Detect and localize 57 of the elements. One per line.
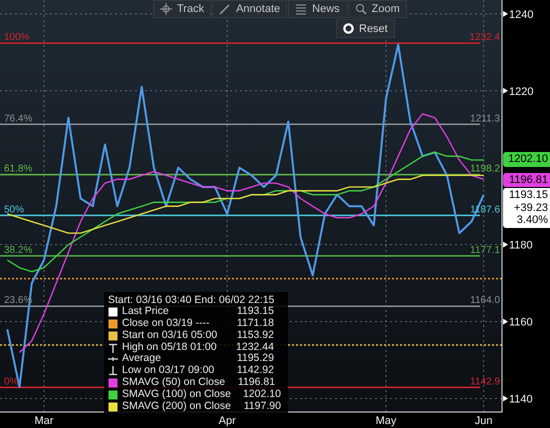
legend-value: 1232.44 (235, 342, 275, 354)
pen-icon (219, 3, 232, 15)
axis-label: 1180 (509, 240, 533, 252)
toolbar-button[interactable]: Zoom (348, 0, 407, 18)
toolbar-button[interactable]: Track (153, 0, 212, 18)
axis-label: 1240 (509, 8, 534, 21)
legend-value: 1153.92 (236, 330, 275, 342)
price-value: 1196.81 (508, 174, 548, 186)
level-value: 1177.1 (470, 244, 500, 256)
axis-label: 1220 (509, 86, 534, 98)
change-percent: 3.40% (516, 214, 548, 226)
level-percent: 61.8% (4, 164, 32, 175)
axis-label: 1140 (509, 394, 533, 406)
radio-icon (343, 23, 354, 34)
legend-label: Start on 03/16 05:00 (122, 330, 218, 342)
legend-label: SMAVG (50) on Close (122, 377, 226, 389)
legend-value: 1202.10 (242, 388, 282, 401)
legend-header: Start: 03/16 03:40 End: 06/02 22:15 (108, 294, 276, 306)
legend-value: 1142.92 (236, 365, 275, 378)
crosshair-icon (160, 3, 172, 15)
legend-value: 1196.81 (236, 377, 276, 389)
level-percent: 76.4% (4, 113, 32, 124)
level-value: 1164.0 (470, 295, 500, 306)
legend-label: SMAVG (200) on Close (122, 400, 231, 412)
level-percent: 0% (4, 376, 18, 388)
price-value: 1202.10 (507, 153, 548, 166)
toolbar-button[interactable]: News (288, 0, 347, 18)
high-marker-icon (108, 342, 118, 353)
level-percent: 100% (4, 32, 30, 44)
toolbar-button[interactable]: Annotate (212, 0, 288, 18)
legend-value: 1171.18 (236, 318, 275, 330)
legend-label: Close on 03/19 ---- (122, 318, 211, 330)
level-value: 1232.4 (469, 32, 500, 44)
legend-label: SMAVG (100) on Close (122, 388, 231, 401)
price-value: 1193.15 (508, 189, 548, 202)
reset-button[interactable]: Reset (336, 19, 395, 38)
axis-label: 1160 (509, 316, 533, 329)
level-percent: 38.2% (4, 244, 32, 256)
legend-value: 1193.15 (236, 306, 275, 318)
legend-label: Average (122, 353, 162, 365)
level-value: 1142.9 (470, 376, 500, 388)
level-percent: 50% (4, 204, 24, 216)
level-value: 1211.3 (470, 113, 500, 124)
axis-label: Mar (34, 415, 54, 427)
axis-label: Apr (218, 415, 236, 427)
legend-label: High on 05/18 01:00 (122, 342, 218, 354)
news-icon (295, 3, 308, 15)
axis-label: May (376, 415, 396, 427)
level-value: 1198.2 (470, 164, 500, 175)
legend-label: Last Price (122, 306, 170, 318)
legend-value: 1197.90 (242, 400, 282, 412)
change-value: +39.23 (513, 202, 548, 214)
low-marker-icon (108, 366, 118, 376)
legend-label: Low on 03/17 09:00 (122, 365, 216, 377)
search-icon (354, 3, 367, 15)
legend-value: 1195.29 (236, 353, 275, 366)
axis-label: Jun (474, 415, 493, 427)
